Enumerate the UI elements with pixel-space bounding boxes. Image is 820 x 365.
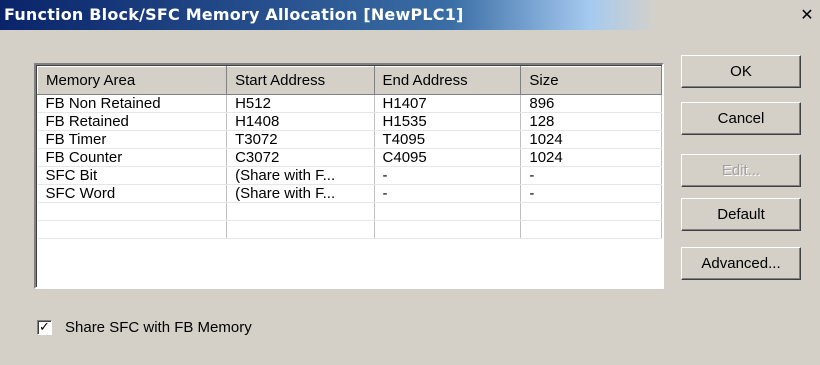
table-header-row: Memory Area Start Address End Address Si… [36, 66, 662, 95]
ok-button[interactable]: OK [681, 55, 801, 88]
cell-memory-area: FB Timer [37, 130, 228, 149]
cell-end-address [374, 202, 522, 221]
table-row[interactable]: FB Timer T3072 T4095 1024 [37, 130, 662, 149]
default-button[interactable]: Default [681, 198, 801, 231]
cell-memory-area: FB Counter [37, 148, 228, 167]
cell-memory-area: SFC Bit [37, 166, 228, 185]
cell-size: 896 [520, 94, 662, 113]
cell-memory-area [37, 220, 228, 239]
share-sfc-checkbox[interactable]: ✓ [37, 320, 52, 335]
cancel-button[interactable]: Cancel [681, 102, 801, 135]
column-header-memory-area[interactable]: Memory Area [36, 66, 228, 95]
table-row[interactable]: FB Non Retained H512 H1407 896 [37, 94, 662, 113]
cell-start-address: (Share with F... [226, 166, 375, 185]
cell-size: - [520, 184, 662, 203]
cell-end-address: H1407 [374, 94, 522, 113]
column-header-size[interactable]: Size [520, 66, 662, 95]
table-row[interactable]: FB Counter C3072 C4095 1024 [37, 148, 662, 167]
cell-start-address [226, 220, 375, 239]
cell-end-address: - [374, 184, 522, 203]
table-row[interactable]: SFC Bit (Share with F... - - [37, 166, 662, 185]
cell-size: - [520, 166, 662, 185]
share-sfc-label[interactable]: Share SFC with FB Memory [65, 319, 252, 336]
cell-start-address: (Share with F... [226, 184, 375, 203]
column-header-start-address[interactable]: Start Address [226, 66, 375, 95]
cell-memory-area: FB Retained [37, 112, 228, 131]
cell-end-address: T4095 [374, 130, 522, 149]
cell-memory-area [37, 202, 228, 221]
cell-size [520, 202, 662, 221]
cell-start-address: H512 [226, 94, 375, 113]
window-title: Function Block/SFC Memory Allocation [Ne… [4, 5, 464, 24]
column-header-end-address[interactable]: End Address [373, 66, 522, 95]
cell-end-address [374, 220, 522, 239]
cell-end-address: H1535 [374, 112, 522, 131]
cell-size: 1024 [520, 130, 662, 149]
cell-end-address: C4095 [374, 148, 522, 167]
table-row[interactable] [37, 220, 662, 239]
memory-allocation-list[interactable]: Memory Area Start Address End Address Si… [34, 63, 664, 289]
cell-memory-area: FB Non Retained [37, 94, 228, 113]
cell-start-address: T3072 [226, 130, 375, 149]
edit-button[interactable]: Edit... [681, 154, 801, 187]
table-row[interactable]: SFC Word (Share with F... - - [37, 184, 662, 203]
cell-size [520, 220, 662, 239]
cell-size: 128 [520, 112, 662, 131]
cell-size: 1024 [520, 148, 662, 167]
cell-start-address [226, 202, 375, 221]
cell-start-address: C3072 [226, 148, 375, 167]
close-icon[interactable]: ✕ [798, 6, 816, 24]
title-bar: Function Block/SFC Memory Allocation [Ne… [0, 0, 820, 30]
cell-end-address: - [374, 166, 522, 185]
cell-memory-area: SFC Word [37, 184, 228, 203]
table-row[interactable] [37, 202, 662, 221]
cell-start-address: H1408 [226, 112, 375, 131]
advanced-button[interactable]: Advanced... [681, 247, 801, 280]
table-row[interactable]: FB Retained H1408 H1535 128 [37, 112, 662, 131]
memory-allocation-table: Memory Area Start Address End Address Si… [36, 66, 662, 239]
